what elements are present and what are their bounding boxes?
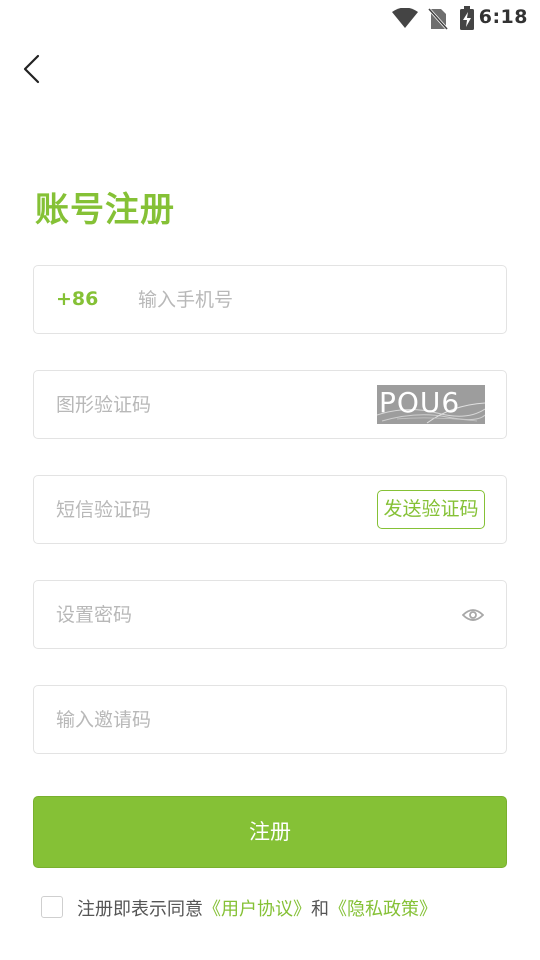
- invite-field: [33, 685, 507, 754]
- phone-input[interactable]: [138, 266, 478, 333]
- page-title: 账号注册: [35, 190, 175, 230]
- no-sim-icon: [427, 7, 449, 34]
- wifi-icon: [392, 7, 418, 32]
- password-input[interactable]: [56, 581, 436, 648]
- register-screen: 6:18 账号注册 +86 POU6 发送验证码: [0, 0, 540, 960]
- agreement-text: 注册即表示同意《用户协议》和《隐私政策》: [77, 895, 437, 921]
- chevron-left-icon: [23, 54, 40, 84]
- captcha-field: POU6: [33, 370, 507, 439]
- country-code[interactable]: +86: [56, 288, 98, 310]
- eye-icon[interactable]: [461, 604, 485, 626]
- phone-field: +86: [33, 265, 507, 334]
- back-button[interactable]: [16, 50, 50, 88]
- sms-code-input[interactable]: [56, 476, 356, 543]
- agreement-prefix: 注册即表示同意: [77, 899, 203, 920]
- sms-field: 发送验证码: [33, 475, 507, 544]
- battery-charging-icon: [459, 6, 475, 34]
- agree-checkbox[interactable]: [41, 896, 63, 918]
- agreement-and: 和: [311, 899, 329, 920]
- status-bar: 6:18: [0, 0, 540, 36]
- invite-code-input[interactable]: [56, 686, 476, 753]
- captcha-text: POU6: [379, 386, 461, 419]
- password-field: [33, 580, 507, 649]
- privacy-policy-link[interactable]: 《隐私政策》: [329, 899, 437, 920]
- status-time: 6:18: [478, 6, 528, 28]
- send-code-button[interactable]: 发送验证码: [377, 490, 485, 529]
- register-button[interactable]: 注册: [33, 796, 507, 868]
- user-agreement-link[interactable]: 《用户协议》: [203, 899, 311, 920]
- captcha-image[interactable]: POU6: [377, 385, 485, 424]
- captcha-input[interactable]: [56, 371, 356, 438]
